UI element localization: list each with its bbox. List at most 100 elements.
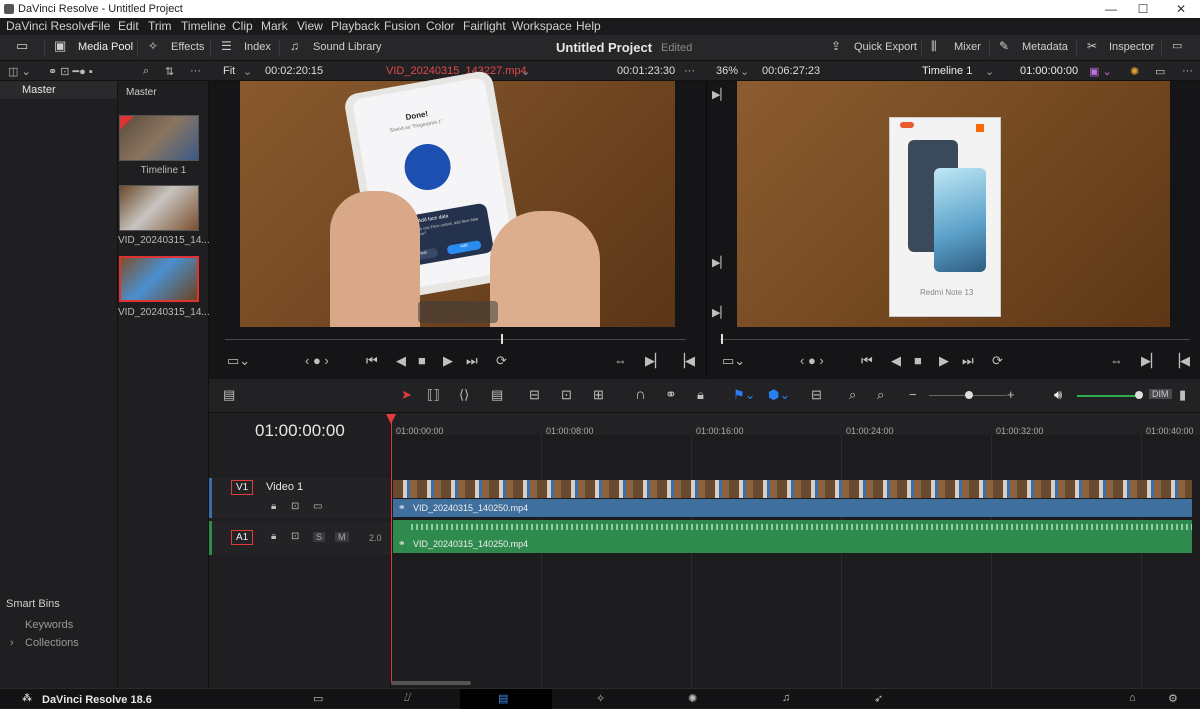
auto-select-icon[interactable]: ⊡ <box>291 501 299 512</box>
dynamic-trim-icon[interactable]: ⟨⟩ <box>459 387 469 403</box>
zoom-slider-knob[interactable] <box>965 391 973 399</box>
volume-slider[interactable] <box>1077 395 1141 397</box>
timeline-view-icon[interactable]: ▤ <box>223 387 235 403</box>
marker-icon[interactable]: ⬢⌄ <box>768 387 790 403</box>
menu-fusion[interactable]: Fusion <box>384 19 420 33</box>
menu-color[interactable]: Color <box>426 19 455 33</box>
insert-clip-icon[interactable]: ⊟ <box>529 387 540 403</box>
sort-icon[interactable]: ⇅ <box>165 65 174 78</box>
media-pool-button[interactable]: Media Pool <box>78 41 133 53</box>
zoom-in-icon[interactable]: + <box>1007 387 1015 402</box>
play-reverse-icon[interactable]: ◀ <box>891 353 901 369</box>
menu-view[interactable]: View <box>297 19 323 33</box>
chevron-right-icon[interactable]: › <box>10 637 14 649</box>
deliver-page-icon[interactable]: ➶ <box>874 692 883 705</box>
next-edit-icon[interactable]: ▶▏ <box>1141 353 1161 369</box>
media-thumb-video-2[interactable] <box>119 256 199 302</box>
color-wheel-icon[interactable]: ✺ <box>1130 65 1139 78</box>
source-more-icon[interactable]: ··· <box>684 65 695 77</box>
replace-clip-icon[interactable]: ⊞ <box>593 387 604 403</box>
overwrite-icon[interactable]: ▕◀ <box>675 353 695 369</box>
trim-tool-icon[interactable]: ⟦⟧ <box>427 387 440 403</box>
go-to-end-icon[interactable]: ⏭ <box>466 353 478 369</box>
panel-layout-icon[interactable]: ◫ ⌄ <box>8 65 31 78</box>
mixer-button[interactable]: Mixer <box>954 41 981 53</box>
stop-icon[interactable]: ■ <box>914 353 922 368</box>
menu-file[interactable]: File <box>91 19 110 33</box>
output-icon[interactable]: ▣ ⌄ <box>1089 65 1112 78</box>
metadata-button[interactable]: Metadata <box>1022 41 1068 53</box>
blade-tool-icon[interactable]: ▤ <box>491 387 503 403</box>
zoom-detail-icon[interactable]: ⌕ <box>849 387 856 403</box>
menu-mark[interactable]: Mark <box>261 19 288 33</box>
menu-playback[interactable]: Playback <box>331 19 380 33</box>
track-lock-icon[interactable]: 🔒︎ <box>271 531 276 542</box>
cut-page-icon[interactable]: ⌰ <box>404 692 411 705</box>
v1-track-tag[interactable]: V1 <box>231 480 254 495</box>
overwrite-clip-icon[interactable]: ⊡ <box>561 387 572 403</box>
chevron-down-icon[interactable]: ⌄ <box>740 65 749 78</box>
source-scrub-bar[interactable] <box>225 339 686 340</box>
menu-edit[interactable]: Edit <box>118 19 139 33</box>
go-to-end-icon[interactable]: ⏭ <box>962 353 974 369</box>
volume-icon[interactable]: 🔊︎ <box>1054 387 1062 403</box>
settings-gear-icon[interactable]: ⚙ <box>1168 692 1178 705</box>
viewer-layout-icon[interactable]: ▭⌄ <box>227 353 250 369</box>
index-button[interactable]: Index <box>244 41 271 53</box>
program-scrub-bar[interactable] <box>720 339 1190 340</box>
play-reverse-icon[interactable]: ◀ <box>396 353 406 369</box>
stop-icon[interactable]: ■ <box>418 353 426 368</box>
play-icon[interactable]: ▶ <box>443 353 453 369</box>
source-viewer[interactable]: Done! Saved as "Fingerprint 1" Add face … <box>240 69 675 327</box>
linked-selection-icon[interactable]: ⚭ <box>665 386 677 403</box>
loop-icon[interactable]: ⟳ <box>992 353 1003 369</box>
play-icon[interactable]: ▶ <box>939 353 949 369</box>
program-playhead[interactable] <box>721 334 723 344</box>
effects-button[interactable]: Effects <box>171 41 204 53</box>
menu-clip[interactable]: Clip <box>232 19 253 33</box>
zoom-full-icon[interactable]: ⊟ <box>811 387 822 403</box>
color-page-icon[interactable]: ✺ <box>688 692 697 705</box>
inspector-button[interactable]: Inspector <box>1109 41 1154 53</box>
timeline-name[interactable]: Timeline 1 <box>922 65 972 77</box>
chevron-down-icon[interactable]: ⌄ <box>521 65 530 78</box>
chevron-down-icon[interactable]: ⌄ <box>985 65 994 78</box>
media-page-icon[interactable]: ▭ <box>313 692 323 705</box>
keywords-bin[interactable]: Keywords <box>25 619 73 631</box>
auto-select-icon[interactable]: ⊡ <box>291 531 299 542</box>
menu-help[interactable]: Help <box>576 19 601 33</box>
master-bin[interactable]: Master <box>22 84 56 96</box>
menu-trim[interactable]: Trim <box>148 19 172 33</box>
go-to-start-icon[interactable]: ⏮ <box>366 353 378 369</box>
minimize-button[interactable]: — <box>1096 1 1126 17</box>
selection-tool-icon[interactable]: ➤ <box>401 387 412 403</box>
in-marker-icon[interactable]: ▶▏ <box>712 256 729 269</box>
monitor-icon[interactable]: ▭ <box>16 38 28 54</box>
more-options-icon[interactable]: ··· <box>190 65 201 77</box>
a1-track-tag[interactable]: A1 <box>231 530 254 545</box>
mute-button[interactable]: M <box>335 532 349 542</box>
jog-control[interactable]: ‹ ● › <box>305 353 329 368</box>
timeline-scrollbar[interactable] <box>391 681 471 685</box>
program-zoom-select[interactable]: 36% <box>716 65 738 77</box>
search-icon[interactable]: ⌕ <box>143 65 149 78</box>
prev-edit-icon[interactable]: ▕◀ <box>1170 353 1190 369</box>
program-viewer[interactable]: Redmi Note 13 <box>737 81 1170 327</box>
video-clip[interactable]: ⚭ VID_20240315_140250.mp4 <box>393 499 1192 517</box>
viewer-layout-icon[interactable]: ▭⌄ <box>722 353 745 369</box>
menu-davinci[interactable]: DaVinci Resolve <box>6 19 94 33</box>
zoom-custom-icon[interactable]: ⌕ <box>877 387 884 403</box>
zoom-out-icon[interactable]: − <box>909 387 917 402</box>
dim-button[interactable]: DIM <box>1149 389 1172 399</box>
menu-timeline[interactable]: Timeline <box>181 19 226 33</box>
snapping-icon[interactable]: ∩ <box>635 386 646 403</box>
collections-bin[interactable]: Collections <box>25 637 79 649</box>
loop-icon[interactable]: ⟳ <box>496 353 507 369</box>
track-visibility-icon[interactable]: ▭ <box>313 501 322 512</box>
volume-slider-knob[interactable] <box>1135 391 1143 399</box>
flag-icon[interactable]: ⚑⌄ <box>733 387 756 403</box>
timeline-playhead[interactable] <box>391 416 392 684</box>
home-icon[interactable]: ⌂ <box>1129 692 1136 704</box>
fairlight-page-icon[interactable]: ♫ <box>782 692 790 704</box>
solo-button[interactable]: S <box>313 532 326 542</box>
